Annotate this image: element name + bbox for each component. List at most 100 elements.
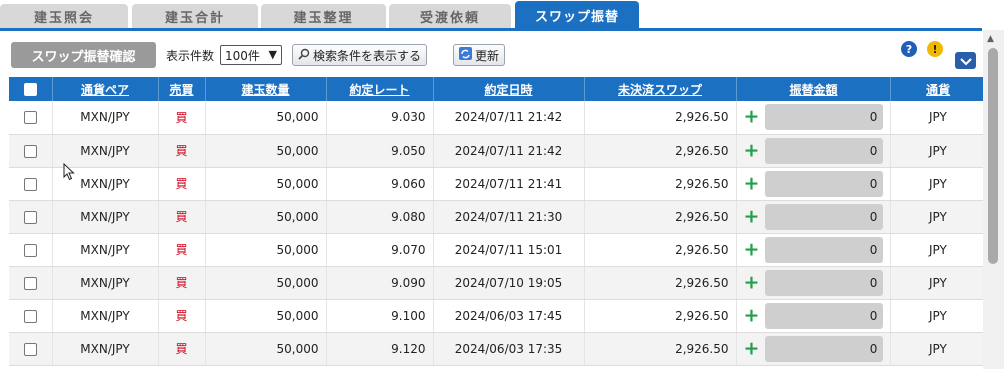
row-checkbox[interactable] bbox=[23, 111, 37, 125]
scroll-up-arrow-icon[interactable]: ▲ bbox=[987, 34, 994, 44]
contract-datetime-cell: 2024/06/03 17:45 bbox=[433, 299, 585, 333]
position-qty-cell: 50,000 bbox=[205, 167, 327, 201]
mouse-cursor-icon bbox=[63, 162, 75, 185]
currency-pair-cell: MXN/JPY bbox=[52, 101, 159, 135]
transfer-amount-input[interactable]: 0 bbox=[765, 269, 884, 296]
search-icon bbox=[298, 48, 310, 63]
table-row[interactable]: MXN/JPY 買 50,000 9.080 2024/07/11 21:30 2,926… bbox=[9, 200, 986, 234]
unsettled-swap-cell: 2,926.50 bbox=[584, 332, 737, 366]
currency-cell: JPY bbox=[890, 299, 986, 333]
row-checkbox[interactable] bbox=[23, 276, 37, 290]
plus-icon[interactable]: + bbox=[744, 304, 760, 326]
header-side[interactable]: 売買 bbox=[158, 77, 206, 101]
side-cell: 買 bbox=[158, 134, 206, 168]
row-select-cell bbox=[9, 299, 53, 333]
warning-icon[interactable]: ! bbox=[927, 41, 943, 57]
transfer-amount-input[interactable]: 0 bbox=[765, 236, 884, 263]
select-all-checkbox[interactable] bbox=[23, 83, 37, 96]
display-count-select[interactable]: 100件 ▼ bbox=[220, 45, 282, 65]
contract-datetime-cell: 2024/07/11 21:42 bbox=[433, 101, 585, 135]
transfer-amount-cell: +0 bbox=[736, 233, 892, 267]
unsettled-swap-cell: 2,926.50 bbox=[584, 299, 737, 333]
plus-icon[interactable]: + bbox=[744, 271, 760, 293]
transfer-amount-input[interactable]: 0 bbox=[765, 203, 884, 230]
swap-transfer-confirm-button[interactable]: スワップ振替確認 bbox=[11, 42, 156, 68]
header-currency[interactable]: 通貨 bbox=[890, 77, 985, 101]
tab-position-inquiry[interactable]: 建玉照会 bbox=[0, 4, 128, 28]
tab-position-total[interactable]: 建玉合計 bbox=[132, 4, 258, 28]
transfer-amount-cell: +0 bbox=[736, 299, 892, 333]
currency-cell: JPY bbox=[890, 200, 986, 234]
transfer-amount-input[interactable]: 0 bbox=[765, 335, 884, 362]
unsettled-swap-cell: 2,926.50 bbox=[584, 101, 737, 135]
transfer-amount-input[interactable]: 0 bbox=[765, 302, 884, 329]
chevron-down-icon: ▼ bbox=[268, 48, 277, 61]
transfer-amount-input[interactable]: 0 bbox=[765, 170, 884, 197]
table-row[interactable]: MXN/JPY 買 50,000 9.060 2024/07/11 21:41 2,926… bbox=[9, 167, 986, 201]
plus-icon[interactable]: + bbox=[744, 337, 760, 359]
header-transfer-amount[interactable]: 振替金額 bbox=[736, 77, 892, 101]
currency-pair-cell: MXN/JPY bbox=[52, 233, 159, 267]
row-checkbox[interactable] bbox=[23, 342, 37, 356]
tab-position-settle[interactable]: 建玉整理 bbox=[261, 4, 386, 28]
currency-pair-cell: MXN/JPY bbox=[52, 332, 159, 366]
table-row[interactable]: MXN/JPY 買 50,000 9.120 2024/06/03 17:35 2,926… bbox=[9, 332, 986, 366]
contract-rate-cell: 9.060 bbox=[326, 167, 434, 201]
header-unsettled-swap[interactable]: 未決済スワップ bbox=[584, 77, 737, 101]
help-icon[interactable]: ? bbox=[901, 41, 917, 57]
currency-pair-cell: MXN/JPY bbox=[52, 200, 159, 234]
tab-swap-transfer[interactable]: スワップ振替 bbox=[515, 1, 639, 29]
refresh-button[interactable]: 更新 bbox=[453, 44, 506, 66]
header-contract-datetime[interactable]: 約定日時 bbox=[433, 77, 585, 101]
row-checkbox[interactable] bbox=[23, 243, 37, 257]
plus-icon[interactable]: + bbox=[744, 172, 760, 194]
collapse-button[interactable] bbox=[955, 52, 976, 69]
unsettled-swap-cell: 2,926.50 bbox=[584, 200, 737, 234]
scrollbar-thumb[interactable] bbox=[988, 48, 998, 264]
table-row[interactable]: MXN/JPY 買 50,000 9.090 2024/07/10 19:05 2,926… bbox=[9, 266, 986, 300]
row-checkbox[interactable] bbox=[23, 144, 37, 158]
tab-delivery-request[interactable]: 受渡依頼 bbox=[389, 4, 511, 28]
currency-cell: JPY bbox=[890, 134, 986, 168]
side-cell: 買 bbox=[158, 233, 206, 267]
position-qty-cell: 50,000 bbox=[205, 233, 327, 267]
refresh-icon bbox=[459, 47, 472, 63]
plus-icon[interactable]: + bbox=[744, 205, 760, 227]
contract-rate-cell: 9.050 bbox=[326, 134, 434, 168]
currency-cell: JPY bbox=[890, 266, 986, 300]
show-search-conditions-button[interactable]: 検索条件を表示する bbox=[292, 44, 428, 66]
currency-cell: JPY bbox=[890, 101, 986, 135]
position-qty-cell: 50,000 bbox=[205, 101, 327, 135]
transfer-amount-input[interactable]: 0 bbox=[765, 137, 884, 164]
contract-datetime-cell: 2024/07/11 15:01 bbox=[433, 233, 585, 267]
transfer-amount-cell: +0 bbox=[736, 101, 892, 135]
side-cell: 買 bbox=[158, 266, 206, 300]
row-checkbox[interactable] bbox=[23, 210, 37, 224]
table-row[interactable]: MXN/JPY 買 50,000 9.100 2024/06/03 17:45 2,926… bbox=[9, 299, 986, 333]
plus-icon[interactable]: + bbox=[744, 106, 760, 128]
header-position-qty[interactable]: 建玉数量 bbox=[205, 77, 327, 101]
header-contract-rate[interactable]: 約定レート bbox=[326, 77, 434, 101]
table-row[interactable]: MXN/JPY 買 50,000 9.030 2024/07/11 21:42 2,926… bbox=[9, 101, 986, 135]
table-header-row: 通貨ペア 売買 建玉数量 約定レート 約定日時 未決済スワップ 振替金額 通貨 bbox=[9, 77, 985, 101]
row-checkbox[interactable] bbox=[23, 177, 37, 191]
table-row[interactable]: MXN/JPY 買 50,000 9.050 2024/07/11 21:42 2,926… bbox=[9, 134, 986, 168]
vertical-scrollbar[interactable]: ▲ bbox=[983, 30, 1004, 369]
side-cell: 買 bbox=[158, 167, 206, 201]
transfer-amount-cell: +0 bbox=[736, 266, 892, 300]
contract-rate-cell: 9.120 bbox=[326, 332, 434, 366]
plus-icon[interactable]: + bbox=[744, 238, 760, 260]
contract-datetime-cell: 2024/06/03 17:35 bbox=[433, 332, 585, 366]
contract-datetime-cell: 2024/07/10 19:05 bbox=[433, 266, 585, 300]
table-row[interactable]: MXN/JPY 買 50,000 9.070 2024/07/11 15:01 2,926… bbox=[9, 233, 986, 267]
contract-datetime-cell: 2024/07/11 21:30 bbox=[433, 200, 585, 234]
header-currency-pair[interactable]: 通貨ペア bbox=[52, 77, 159, 101]
row-checkbox[interactable] bbox=[23, 309, 37, 323]
transfer-amount-input[interactable]: 0 bbox=[765, 104, 884, 131]
plus-icon[interactable]: + bbox=[744, 139, 760, 161]
contract-rate-cell: 9.100 bbox=[326, 299, 434, 333]
position-qty-cell: 50,000 bbox=[205, 134, 327, 168]
side-cell: 買 bbox=[158, 299, 206, 333]
display-count-label: 表示件数 bbox=[166, 49, 215, 63]
row-select-cell bbox=[9, 200, 53, 234]
